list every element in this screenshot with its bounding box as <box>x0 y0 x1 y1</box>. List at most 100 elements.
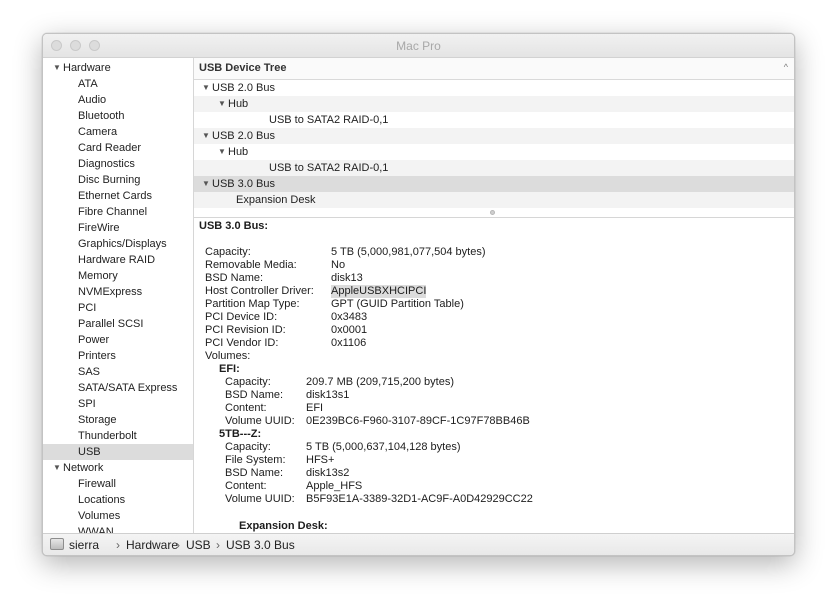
sidebar-item-label: Thunderbolt <box>78 430 137 442</box>
sidebar-group-hardware[interactable]: ▼ Hardware <box>43 60 193 76</box>
sidebar-item-label: Locations <box>78 494 126 506</box>
volume-property-value: HFS+ <box>306 454 335 466</box>
sidebar-item-label: Audio <box>78 94 107 106</box>
sidebar-item-wwan[interactable]: WWAN <box>43 524 193 533</box>
sidebar-item-thunderbolt[interactable]: Thunderbolt <box>43 428 193 444</box>
path-item-hardware[interactable]: Hardware <box>126 538 178 552</box>
sidebar-item-label: Volumes <box>78 510 121 522</box>
volume-property-value: 5 TB (5,000,637,104,128 bytes) <box>306 441 461 453</box>
tree-row-label: USB 3.0 Bus <box>212 178 275 190</box>
path-item-usb[interactable]: USB <box>186 538 211 552</box>
property-value: 0x3483 <box>331 311 368 323</box>
volumes-label: Volumes: <box>205 350 251 362</box>
sidebar-item-ata[interactable]: ATA <box>43 76 193 92</box>
sidebar-item-label: Diagnostics <box>78 158 135 170</box>
property-key: Host Controller Driver: <box>205 285 314 297</box>
sidebar-item-label: Bluetooth <box>78 110 125 122</box>
sidebar-item-label: Card Reader <box>78 142 141 154</box>
sidebar-group-network-label: Network <box>63 462 104 474</box>
disclosure-triangle-icon[interactable]: ▼ <box>53 60 61 76</box>
sidebar-item-label: Memory <box>78 270 118 282</box>
disclosure-triangle-icon[interactable]: ▼ <box>202 80 210 96</box>
sidebar-item-hardware-raid[interactable]: Hardware RAID <box>43 252 193 268</box>
tree-row[interactable]: ▼ USB 2.0 Bus <box>194 80 794 96</box>
sidebar-item-camera[interactable]: Camera <box>43 124 193 140</box>
sidebar-item-label: Printers <box>78 350 116 362</box>
tree-header: USB Device Tree ^ <box>194 58 794 80</box>
sidebar-item-nvmexpress[interactable]: NVMExpress <box>43 284 193 300</box>
chevron-up-icon[interactable]: ^ <box>784 62 788 72</box>
property-value: No <box>331 259 346 271</box>
path-separator-icon: › <box>176 538 180 552</box>
sidebar-item-power[interactable]: Power <box>43 332 193 348</box>
sidebar-item-card-reader[interactable]: Card Reader <box>43 140 193 156</box>
sidebar-item-fibre-channel[interactable]: Fibre Channel <box>43 204 193 220</box>
sidebar-item-label: SAS <box>78 366 101 378</box>
system-information-window: Mac Pro ▼ Hardware ATA Audio Bluetooth Camera… <box>42 33 795 556</box>
sidebar-item-label: Camera <box>78 126 118 138</box>
disclosure-triangle-icon[interactable]: ▼ <box>202 176 210 192</box>
sidebar-item-firewall[interactable]: Firewall <box>43 476 193 492</box>
sidebar-group-hardware-label: Hardware <box>63 62 111 74</box>
volume-property-key: Capacity: <box>225 376 271 388</box>
property-key: PCI Device ID: <box>205 311 278 323</box>
sidebar-item-storage[interactable]: Storage <box>43 412 193 428</box>
sidebar-item-label: SATA/SATA Express <box>78 382 178 394</box>
property-key: Partition Map Type: <box>205 298 300 310</box>
sidebar-item-label: ATA <box>78 78 98 90</box>
sidebar-item-label: WWAN <box>78 526 114 533</box>
volume-property-value: EFI <box>306 402 324 414</box>
sub-device-title: Expansion Desk: <box>239 520 328 532</box>
path-item-sierra[interactable]: sierra <box>69 538 99 552</box>
sidebar-item-firewire[interactable]: FireWire <box>43 220 193 236</box>
tree-row-label: Expansion Desk <box>236 194 316 206</box>
volume-property-key: BSD Name: <box>225 467 284 479</box>
tree-row[interactable]: ▼ USB 3.0 Bus <box>194 176 794 192</box>
pane-splitter[interactable] <box>194 208 794 218</box>
sidebar-item-label: Power <box>78 334 110 346</box>
sidebar-item-usb[interactable]: USB <box>43 444 193 460</box>
sidebar-item-disc-burning[interactable]: Disc Burning <box>43 172 193 188</box>
property-key: Removable Media: <box>205 259 297 271</box>
sidebar-item-bluetooth[interactable]: Bluetooth <box>43 108 193 124</box>
disclosure-triangle-icon[interactable]: ▼ <box>202 128 210 144</box>
property-value: GPT (GUID Partition Table) <box>331 298 464 310</box>
tree-row[interactable]: ▼ USB 2.0 Bus <box>194 128 794 144</box>
sidebar-item-memory[interactable]: Memory <box>43 268 193 284</box>
tree-row[interactable]: ▼ Hub <box>194 144 794 160</box>
sidebar-item-parallel-scsi[interactable]: Parallel SCSI <box>43 316 193 332</box>
tree-row[interactable]: USB to SATA2 RAID-0,1 <box>194 112 794 128</box>
sidebar-item-label: Storage <box>78 414 117 426</box>
tree-row[interactable]: USB to SATA2 RAID-0,1 <box>194 160 794 176</box>
tree-row-label: USB to SATA2 RAID-0,1 <box>269 162 389 174</box>
tree-row[interactable]: ▼ Hub <box>194 96 794 112</box>
sidebar-item-graphics-displays[interactable]: Graphics/Displays <box>43 236 193 252</box>
sidebar-item-label: Parallel SCSI <box>78 318 144 330</box>
property-value: 5 TB (5,000,981,077,504 bytes) <box>331 246 486 258</box>
path-item-usb-3-0-bus[interactable]: USB 3.0 Bus <box>226 538 295 552</box>
volume-property-key: Content: <box>225 402 267 414</box>
sidebar-item-spi[interactable]: SPI <box>43 396 193 412</box>
sidebar-item-diagnostics[interactable]: Diagnostics <box>43 156 193 172</box>
splitter-handle-icon[interactable] <box>490 210 495 215</box>
tree-row-label: USB 2.0 Bus <box>212 130 275 142</box>
disclosure-triangle-icon[interactable]: ▼ <box>53 460 61 476</box>
property-key: Capacity: <box>205 246 251 258</box>
volume-property-key: Volume UUID: <box>225 493 295 505</box>
volume-property-value: Apple_HFS <box>306 480 363 492</box>
disclosure-triangle-icon[interactable]: ▼ <box>218 144 226 160</box>
sidebar-item-sas[interactable]: SAS <box>43 364 193 380</box>
sidebar-item-ethernet-cards[interactable]: Ethernet Cards <box>43 188 193 204</box>
tree-row[interactable]: Expansion Desk <box>194 192 794 208</box>
title-bar: Mac Pro <box>43 34 794 58</box>
sidebar-item-label: FireWire <box>78 222 120 234</box>
sidebar-item-pci[interactable]: PCI <box>43 300 193 316</box>
sidebar-group-network[interactable]: ▼ Network <box>43 460 193 476</box>
disclosure-triangle-icon[interactable]: ▼ <box>218 96 226 112</box>
sidebar-item-volumes[interactable]: Volumes <box>43 508 193 524</box>
sidebar-item-locations[interactable]: Locations <box>43 492 193 508</box>
sidebar-item-sata-sata-express[interactable]: SATA/SATA Express <box>43 380 193 396</box>
sidebar-item-audio[interactable]: Audio <box>43 92 193 108</box>
sidebar-item-printers[interactable]: Printers <box>43 348 193 364</box>
volume-property-value: B5F93E1A-3389-32D1-AC9F-A0D42929CC22 <box>306 493 533 505</box>
